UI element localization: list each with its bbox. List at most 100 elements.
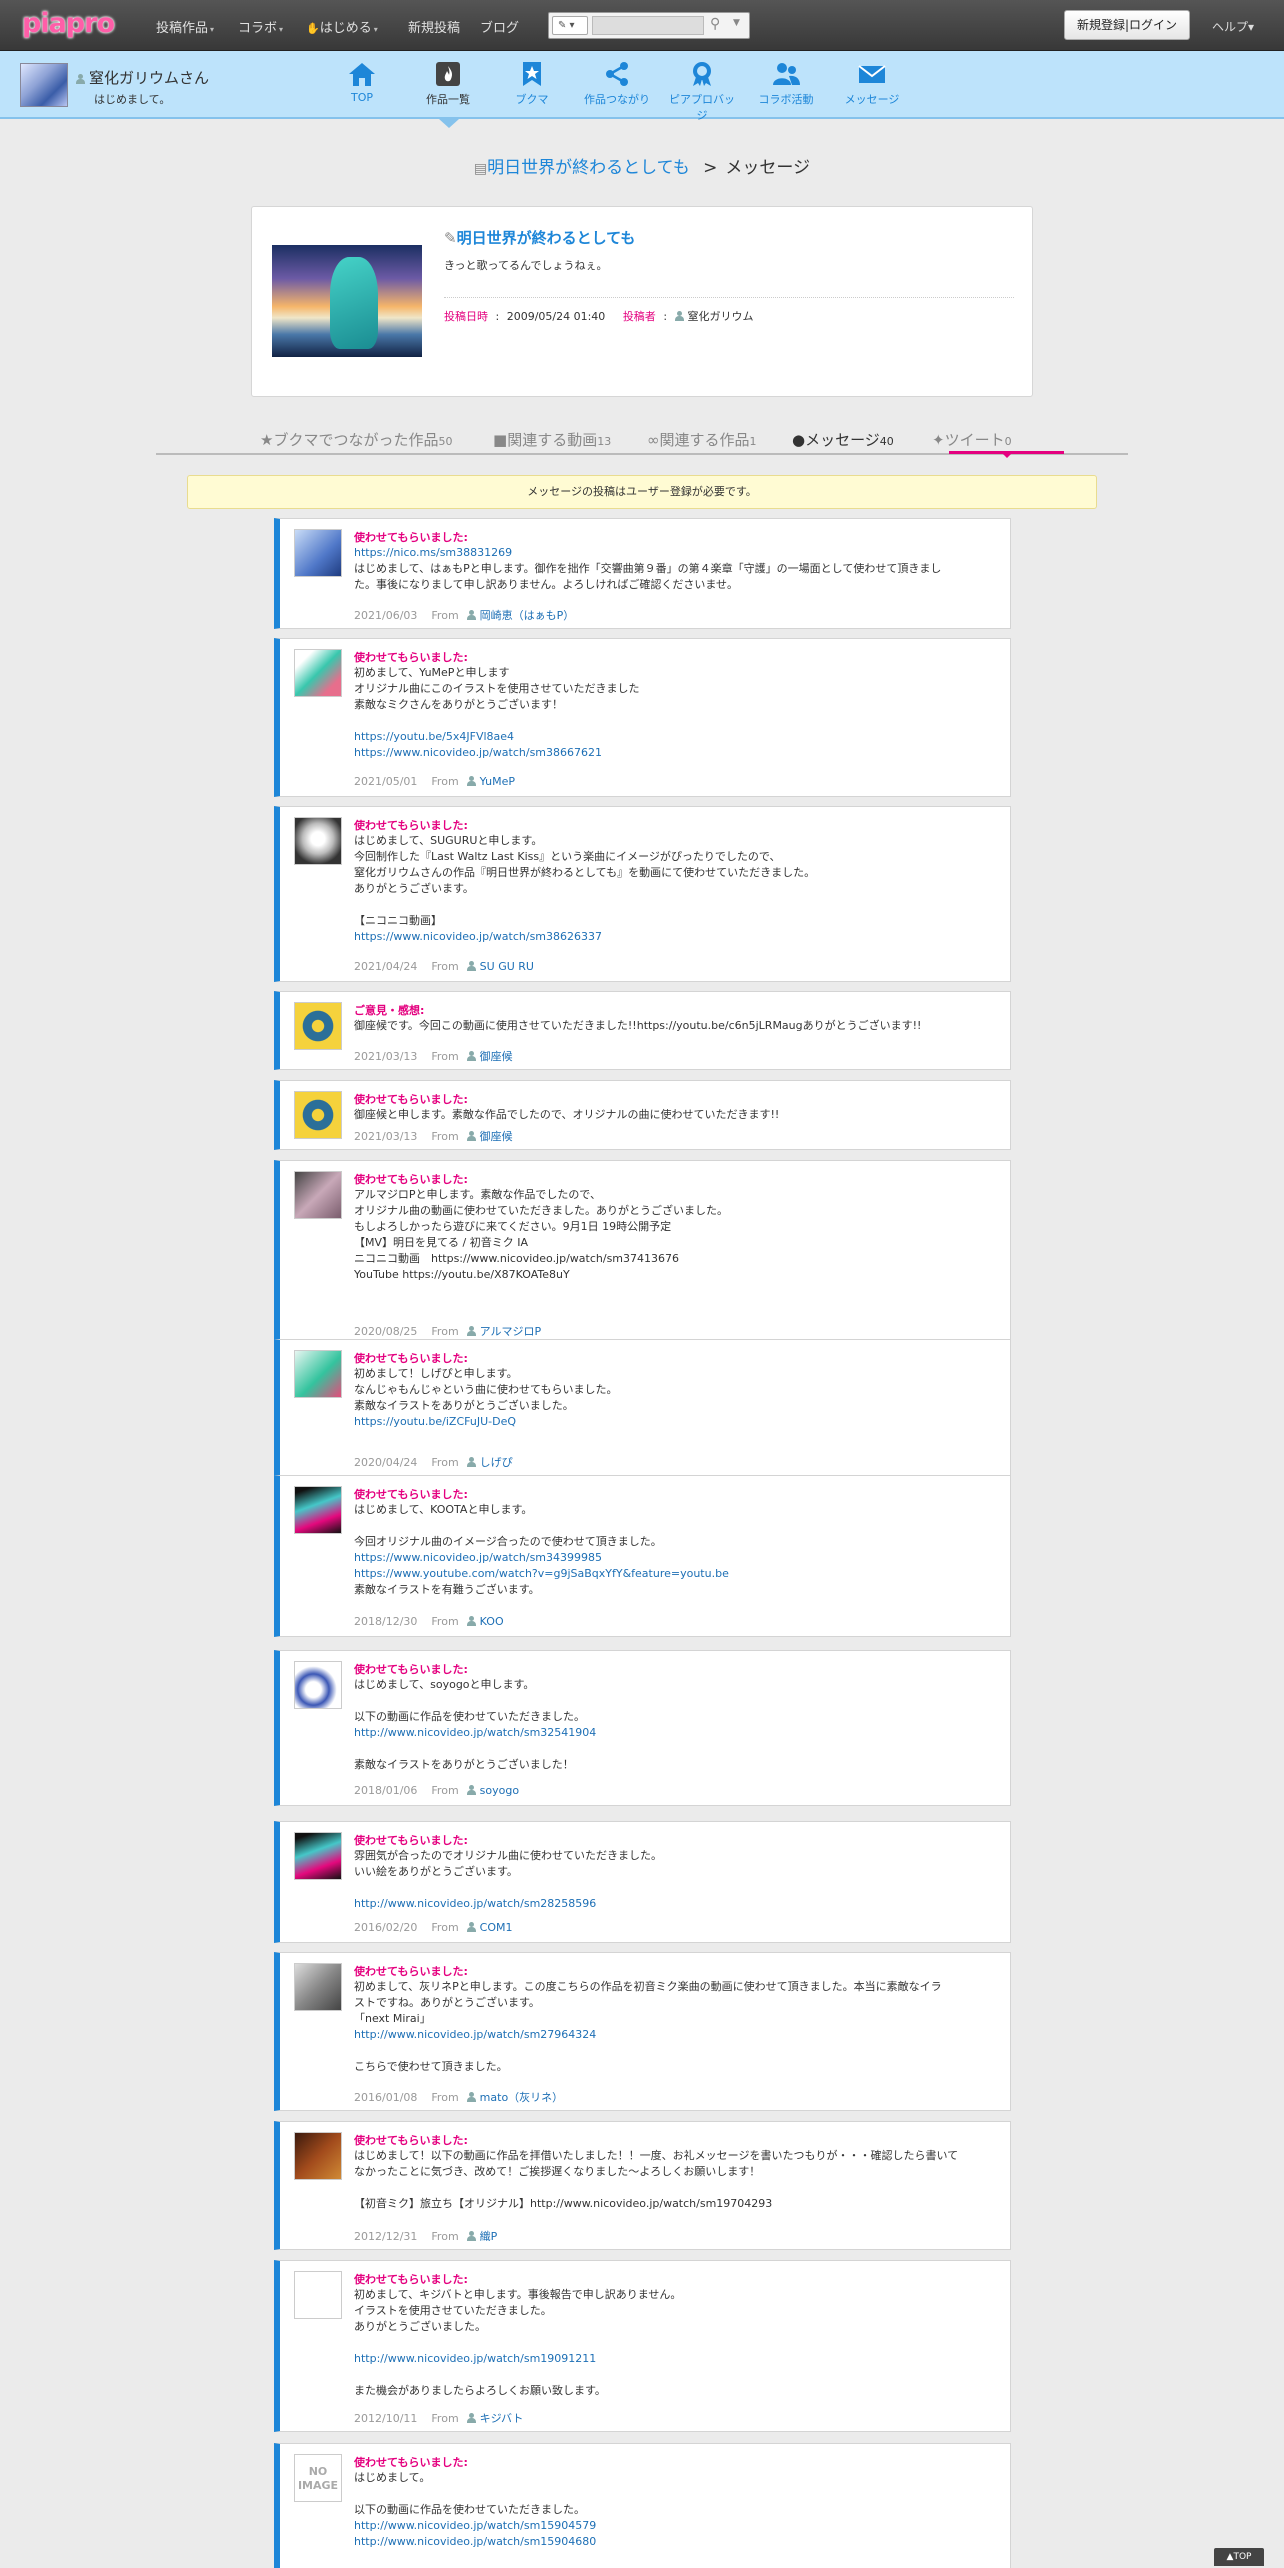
message-link[interactable]: https://youtu.be/iZCFuJU-DeQ — [354, 1414, 1004, 1430]
work-title[interactable]: ✎明日世界が終わるとしても — [444, 227, 635, 248]
user-name[interactable]: 窒化ガリウムさん — [76, 67, 209, 88]
tab-works[interactable]: 作品一覧 — [412, 61, 484, 107]
message-author[interactable]: YuMeP — [480, 775, 515, 788]
people-icon — [773, 63, 800, 85]
tab-related-videos[interactable]: ■関連する動画13 — [493, 429, 611, 450]
search-input[interactable] — [592, 16, 704, 35]
tab-messages[interactable]: メッセージ — [836, 61, 908, 107]
message-link[interactable]: http://www.nicovideo.jp/watch/sm15904579 — [354, 2518, 1004, 2534]
search-icon[interactable]: ⚲ — [710, 16, 720, 32]
user-icon — [466, 2413, 477, 2423]
message-author[interactable]: 御座候 — [480, 1130, 513, 1143]
avatar[interactable] — [294, 817, 342, 865]
tab-collab[interactable]: コラボ活動 — [750, 61, 822, 107]
work-thumbnail[interactable] — [272, 245, 422, 357]
avatar[interactable] — [294, 1002, 342, 1050]
nav-new-post[interactable]: 新規投稿 — [408, 17, 460, 36]
message-link[interactable]: http://www.nicovideo.jp/watch/sm27964324 — [354, 2027, 1004, 2043]
nav-start-menu[interactable]: ✋はじめる ▾ — [306, 17, 378, 36]
breadcrumb-work-link[interactable]: 明日世界が終わるとしても — [487, 158, 690, 178]
message-link[interactable]: http://www.nicovideo.jp/watch/sm15904680 — [354, 2534, 1004, 2550]
tab-messages-list[interactable]: ●メッセージ40 — [792, 429, 894, 450]
message-card: 使わせてもらいました: 初めまして！しげぴと申します。 なんじゃもんじゃという曲に使… — [274, 1339, 1011, 1476]
message-card: 使わせてもらいました: https://nico.ms/sm38831269 はじめ… — [274, 518, 1011, 629]
message-link[interactable]: http://www.nicovideo.jp/watch/sm32541904 — [354, 1725, 1004, 1741]
message-line: はじめまして、SUGURUと申します。 — [354, 834, 543, 847]
message-author[interactable]: COM1 — [480, 1921, 513, 1934]
message-card: ご意見・感想: 御座候です。今回この動画に使用させていただきました!!https:… — [274, 991, 1011, 1070]
avatar[interactable] — [294, 1486, 342, 1534]
tab-connections[interactable]: 作品つながり — [581, 61, 653, 107]
avatar[interactable] — [294, 2132, 342, 2180]
message-author[interactable]: 御座候 — [480, 1050, 513, 1063]
avatar[interactable] — [294, 2271, 342, 2319]
message-link[interactable]: https://www.nicovideo.jp/watch/sm3862633… — [354, 929, 1004, 945]
avatar[interactable]: NO IMAGE — [294, 2454, 342, 2502]
message-link[interactable]: https://nico.ms/sm38831269 — [354, 545, 1004, 561]
tab-top[interactable]: TOP — [326, 61, 398, 104]
message-author[interactable]: 織P — [480, 2230, 498, 2243]
message-line: 御座候です。今回この動画に使用させていただきました!!https://youtu… — [354, 1019, 922, 1032]
message-line: 素敵なミクさんをありがとうございます！ — [354, 698, 563, 711]
message-card: 使わせてもらいました: 雰囲気が合ったのでオリジナル曲に使わせていただきました。い… — [274, 1821, 1011, 1943]
work-author[interactable]: 窒化ガリウム — [688, 310, 754, 323]
help-menu[interactable]: ヘルプ▾ — [1212, 18, 1254, 35]
message-line: 初めまして、キジバトと申します。事後報告で申し訳ありません。 — [354, 2288, 682, 2301]
tab-tweets[interactable]: ✦ツイート0 — [932, 429, 1012, 450]
back-to-top-button[interactable]: ▲TOP — [1214, 2548, 1264, 2566]
search-type-select[interactable]: ✎ ▾ — [552, 16, 588, 35]
message-link[interactable]: https://www.nicovideo.jp/watch/sm3866762… — [354, 745, 1004, 761]
message-author[interactable]: soyogo — [480, 1784, 519, 1797]
nav-works-menu[interactable]: 投稿作品 ▾ — [156, 17, 214, 36]
message-card: 使わせてもらいました: 初めまして、キジバトと申します。事後報告で申し訳ありません… — [274, 2260, 1011, 2432]
message-footer: 2016/02/20 From COM1 — [354, 1921, 513, 1934]
tab-badges[interactable]: ピアプロバッジ — [666, 61, 738, 123]
tab-bookmarks[interactable]: ブクマ — [496, 61, 568, 107]
badge-icon — [693, 62, 711, 86]
message-category: 使わせてもらいました: — [354, 2273, 468, 2286]
register-login-button[interactable]: 新規登録|ログイン — [1064, 10, 1190, 40]
message-link[interactable]: https://youtu.be/5x4JFVl8ae4 — [354, 729, 1004, 745]
tab-related-works[interactable]: ∞関連する作品1 — [647, 429, 757, 450]
avatar[interactable] — [294, 529, 342, 577]
message-line — [354, 713, 1004, 729]
message-card: 使わせてもらいました: 初めまして、YuMePと申します オリジナル曲にこのイラスト… — [274, 638, 1011, 797]
avatar[interactable] — [294, 1832, 342, 1880]
piapro-logo[interactable]: piapro — [22, 8, 115, 39]
avatar[interactable] — [294, 1350, 342, 1398]
message-link[interactable]: http://www.nicovideo.jp/watch/sm28258596 — [354, 1896, 1004, 1912]
tab-bookmark-linked[interactable]: ★ブクマでつながった作品50 — [260, 429, 452, 450]
message-author[interactable]: しげぴ — [480, 1456, 513, 1469]
message-author[interactable]: SU GU RU — [480, 960, 534, 973]
avatar[interactable] — [294, 1091, 342, 1139]
message-line — [354, 897, 1004, 913]
message-date: 2012/10/11 — [354, 2412, 418, 2425]
from-label: From — [431, 1456, 459, 1469]
from-label: From — [431, 609, 459, 622]
from-label: From — [431, 2412, 459, 2425]
avatar[interactable] — [294, 1963, 342, 2011]
share-icon — [606, 62, 628, 86]
message-footer: 2021/06/03 From 岡崎恵（はぁもP） — [354, 607, 574, 623]
message-link[interactable]: https://www.youtube.com/watch?v=g9jSaBqx… — [354, 1566, 1004, 1582]
from-label: From — [431, 1325, 459, 1338]
message-link[interactable]: https://www.nicovideo.jp/watch/sm3439998… — [354, 1550, 1004, 1566]
avatar[interactable] — [20, 63, 68, 107]
message-author[interactable]: アルマジロP — [480, 1325, 542, 1338]
message-date: 2021/03/13 — [354, 1050, 418, 1063]
message-date: 2012/12/31 — [354, 2230, 418, 2243]
message-link[interactable]: http://www.nicovideo.jp/watch/sm19091211 — [354, 2351, 1004, 2367]
avatar[interactable] — [294, 649, 342, 697]
message-author[interactable]: KOO — [480, 1615, 504, 1628]
avatar[interactable] — [294, 1171, 342, 1219]
nav-blog[interactable]: ブログ — [480, 17, 519, 36]
message-line: もしよろしかったら遊びに来てください。9月1日 19時公開予定 — [354, 1220, 672, 1233]
from-label: From — [431, 1784, 459, 1797]
message-author[interactable]: mato（灰リネ） — [480, 2091, 564, 2104]
chevron-down-icon[interactable]: ▼ — [733, 18, 740, 28]
nav-collab-menu[interactable]: コラボ ▾ — [238, 17, 283, 36]
message-author[interactable]: キジバト — [480, 2412, 524, 2425]
message-line: イラストを使用させていただきました。 — [354, 2304, 552, 2317]
message-author[interactable]: 岡崎恵（はぁもP） — [480, 609, 575, 622]
avatar[interactable] — [294, 1661, 342, 1709]
